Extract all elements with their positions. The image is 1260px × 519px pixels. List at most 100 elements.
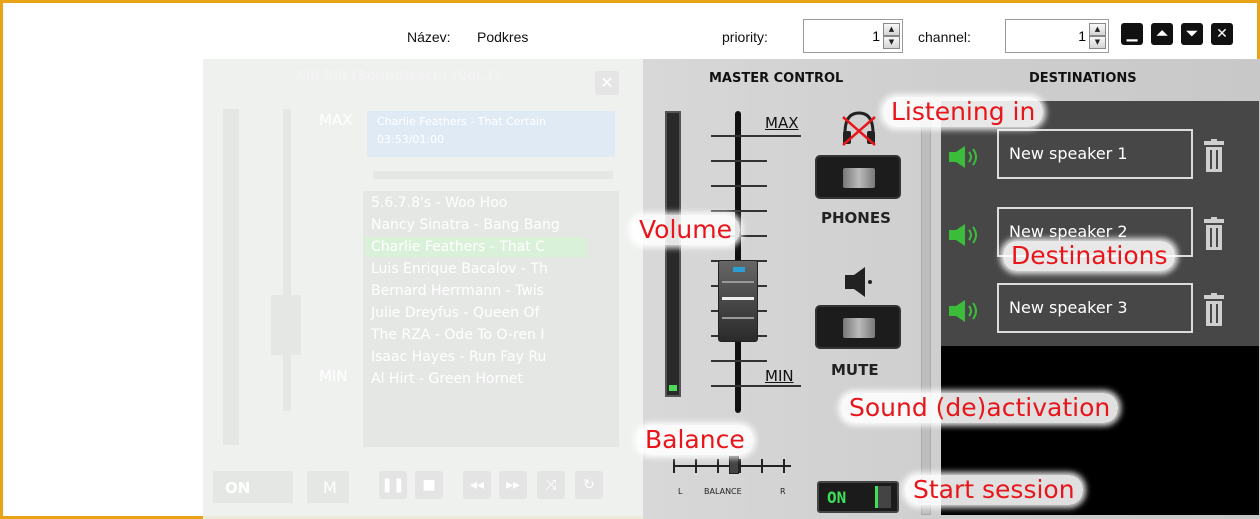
track-list-item[interactable]: 5.6.7.8's - Woo Hoo xyxy=(365,193,587,213)
track-list-item[interactable]: Nancy Sinatra - Bang Bang xyxy=(365,215,587,235)
speaker-active-icon[interactable] xyxy=(949,145,983,169)
session-on-label: ON xyxy=(827,488,847,507)
close-icon[interactable]: ✕ xyxy=(1211,23,1233,45)
headphones-muted-icon xyxy=(842,111,876,146)
mute-switch[interactable] xyxy=(815,305,901,349)
volume-fader-knob[interactable] xyxy=(271,295,301,355)
track-list-item[interactable]: Luis Enrique Bacalov - Th xyxy=(365,259,587,279)
close-icon[interactable]: ✕ xyxy=(595,71,619,95)
player-mute-button[interactable]: M xyxy=(307,471,349,503)
repeat-icon[interactable]: ↻ xyxy=(575,471,603,499)
balance-label: BALANCE xyxy=(704,487,742,496)
balance-left-label: L xyxy=(678,487,683,496)
player-title: Kill Bill (Soundtrack) (Vol.1) xyxy=(295,69,501,84)
balance-tick xyxy=(761,459,763,473)
switch-knob xyxy=(843,168,875,188)
speaker-icon xyxy=(845,267,872,297)
destination-item: New speaker 3 xyxy=(941,283,1259,339)
fader-center-line xyxy=(722,296,754,300)
track-list-item[interactable]: Isaac Hayes - Run Fay Ru xyxy=(365,347,587,367)
annotation-start: Start session xyxy=(905,475,1083,505)
fader-grip-line xyxy=(722,316,754,319)
now-playing-title: Charlie Feathers - That Certain xyxy=(377,115,547,128)
mute-label: MUTE xyxy=(831,361,879,379)
fader-led xyxy=(733,266,745,272)
balance-knob[interactable] xyxy=(729,456,739,474)
now-playing-box: Charlie Feathers - That Certain 03:53/01… xyxy=(367,111,615,157)
track-list-item[interactable]: Charlie Feathers - That C xyxy=(365,237,587,257)
decrement-icon[interactable]: ▼ xyxy=(1089,36,1106,49)
now-playing-time: 03:53/01:00 xyxy=(377,133,445,146)
priority-stepper[interactable]: 1 ▲ ▼ xyxy=(803,19,903,53)
max-label: MAX xyxy=(319,111,353,129)
fast-forward-icon[interactable]: ▸▸ xyxy=(499,471,527,499)
min-label: MIN xyxy=(765,367,794,385)
level-meter xyxy=(223,109,239,445)
min-label: MIN xyxy=(319,367,348,385)
balance-tick xyxy=(673,459,675,473)
destinations-list: New speaker 1 New speaker 2 New speaker … xyxy=(941,101,1259,346)
track-list-items: 5.6.7.8's - Woo Hoo Nancy Sinatra - Bang … xyxy=(365,193,587,427)
channel-value: 1 xyxy=(1078,28,1086,44)
annotation-destinations: Destinations xyxy=(1003,241,1176,271)
master-control-title: MASTER CONTROL xyxy=(709,71,844,86)
balance-right-label: R xyxy=(780,487,786,496)
start-session-switch[interactable]: ON xyxy=(817,481,899,513)
channel-stepper[interactable]: 1 ▲ ▼ xyxy=(1005,19,1109,53)
annotation-volume: Volume xyxy=(631,215,740,245)
phones-label: PHONES xyxy=(821,209,891,227)
track-list-item[interactable]: Bernard Herrmann - Twis xyxy=(365,281,587,301)
speaker-active-icon[interactable] xyxy=(949,299,983,323)
destination-name-input[interactable]: New speaker 3 xyxy=(997,283,1193,333)
move-top-icon[interactable]: ⏶ xyxy=(1151,23,1173,45)
balance-tick xyxy=(739,459,741,473)
fader-grip-line xyxy=(722,280,754,283)
player-on-switch[interactable]: ON xyxy=(213,471,293,503)
priority-value: 1 xyxy=(872,28,880,44)
channel-label: channel: xyxy=(918,29,971,45)
annotation-listening: Listening in xyxy=(883,97,1044,127)
balance-tick xyxy=(783,459,785,473)
destination-name-input[interactable]: New speaker 1 xyxy=(997,129,1193,179)
scrollbar[interactable] xyxy=(921,101,931,515)
track-list-item[interactable]: Al Hirt - Green Hornet xyxy=(365,369,587,389)
switch-knob xyxy=(875,486,891,508)
track-list-item[interactable]: The RZA - Ode To O-ren I xyxy=(365,325,587,345)
balance-tick xyxy=(717,459,719,473)
fader-tick xyxy=(711,360,767,362)
balance-tick xyxy=(695,459,697,473)
fader-tick xyxy=(711,385,801,387)
stop-icon[interactable]: ■ xyxy=(415,471,443,499)
shuffle-icon[interactable]: ⤨ xyxy=(537,471,565,499)
phones-switch[interactable] xyxy=(815,155,901,199)
fader-tick xyxy=(711,135,801,137)
level-meter xyxy=(665,111,681,397)
minimize-icon[interactable]: ▁ xyxy=(1121,23,1143,45)
player-on-label: ON xyxy=(225,479,251,497)
rewind-icon[interactable]: ◂◂ xyxy=(463,471,491,499)
increment-icon[interactable]: ▲ xyxy=(883,23,900,36)
volume-fader-rail xyxy=(283,109,291,411)
player-mute-label: M xyxy=(323,478,337,497)
track-list-item[interactable]: Julie Dreyfus - Queen Of xyxy=(365,303,587,323)
decrement-icon[interactable]: ▼ xyxy=(883,36,900,49)
annotation-sound: Sound (de)activation xyxy=(841,393,1119,423)
meter-level xyxy=(669,385,677,391)
trash-icon[interactable] xyxy=(1203,293,1225,327)
destination-item: New speaker 1 xyxy=(941,129,1259,185)
move-bottom-icon[interactable]: ⏷ xyxy=(1181,23,1203,45)
playlist-player: Kill Bill (Soundtrack) (Vol.1) ✕ MAX MIN… xyxy=(203,59,643,519)
annotation-balance: Balance xyxy=(637,425,753,455)
destinations-title: DESTINATIONS xyxy=(1029,71,1137,86)
name-label: Název: xyxy=(407,29,451,45)
seek-bar[interactable] xyxy=(373,171,613,179)
fader-tick xyxy=(711,185,767,187)
volume-fader-knob[interactable] xyxy=(718,259,758,342)
speaker-active-icon[interactable] xyxy=(949,223,983,247)
trash-icon[interactable] xyxy=(1203,139,1225,173)
fader-tick xyxy=(711,160,767,162)
pause-icon[interactable]: ❚❚ xyxy=(379,471,407,499)
priority-label: priority: xyxy=(722,29,768,45)
increment-icon[interactable]: ▲ xyxy=(1089,23,1106,36)
trash-icon[interactable] xyxy=(1203,217,1225,251)
